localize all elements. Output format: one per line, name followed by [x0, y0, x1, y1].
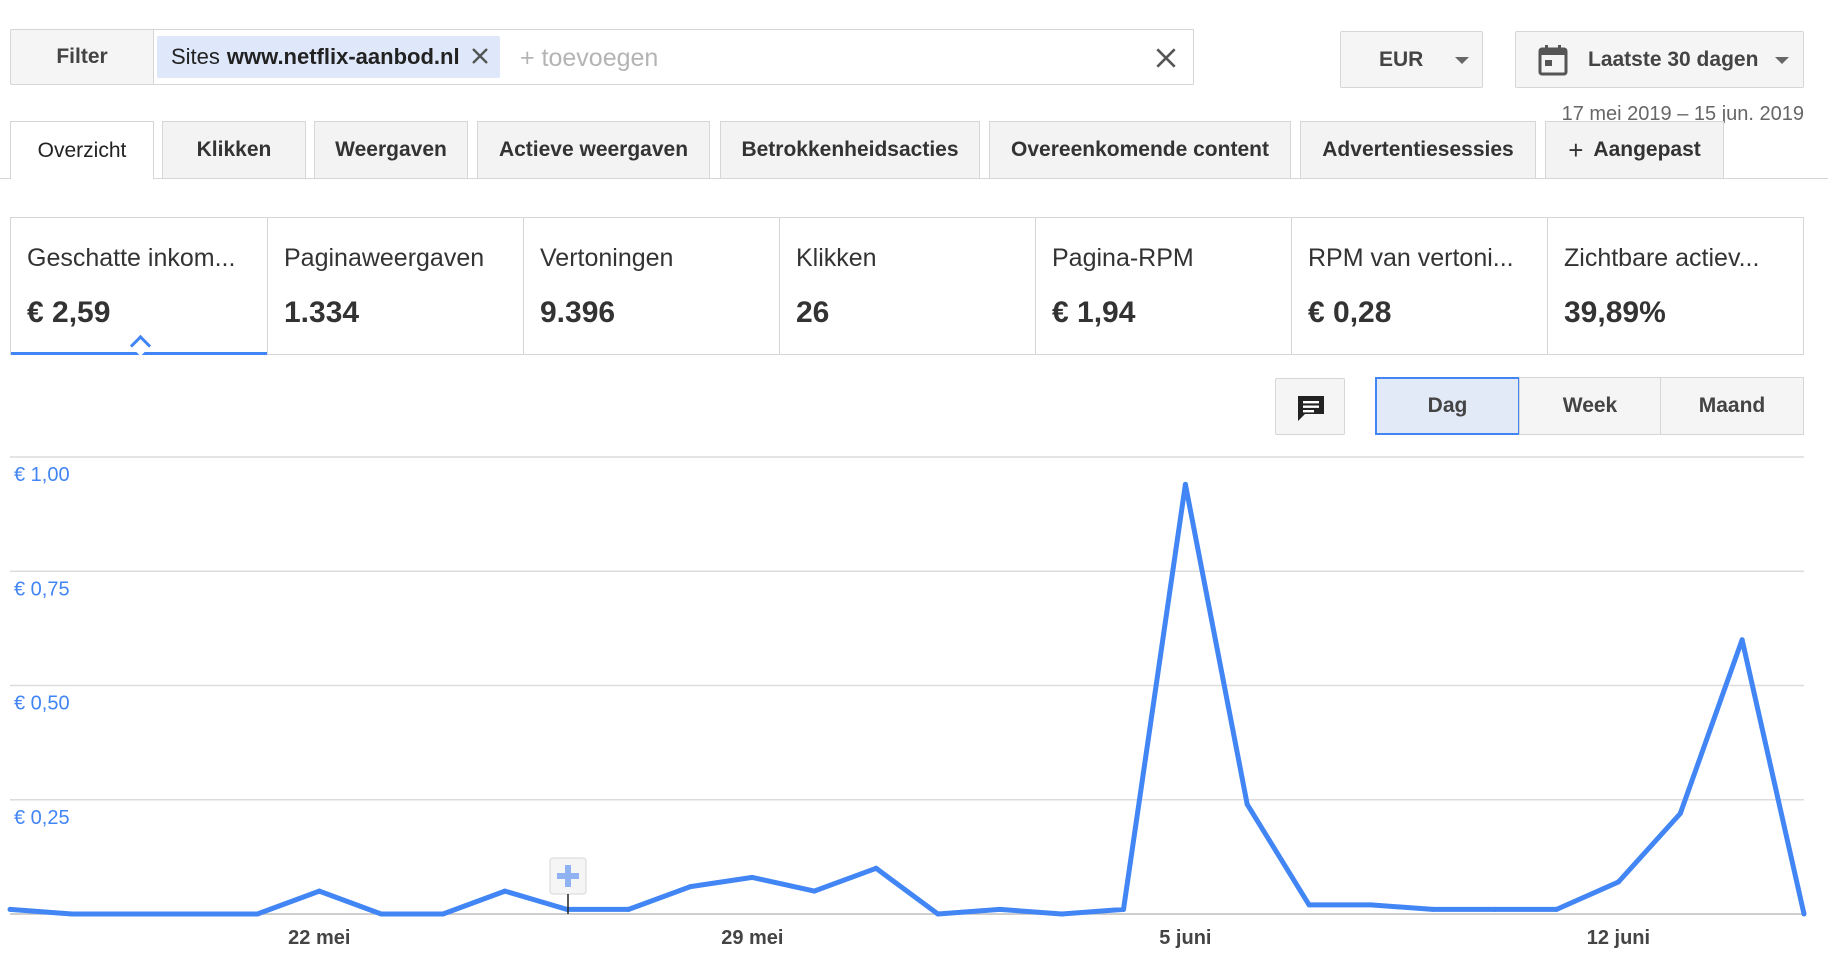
data-point[interactable]	[1492, 906, 1498, 912]
plus-icon: +	[1568, 134, 1584, 165]
comment-icon	[1298, 396, 1324, 421]
metric-name: Klikken	[796, 244, 877, 272]
tab-klikken[interactable]: Klikken	[162, 121, 306, 178]
add-filter-input[interactable]: + toevoegen	[520, 44, 658, 73]
chip-prefix: Sites	[171, 44, 220, 69]
chip-site: www.netflix-aanbod.nl	[226, 44, 460, 69]
metric-card-estimated-earnings[interactable]: Geschatte inkom... € 2,59	[11, 218, 268, 357]
data-point[interactable]	[69, 911, 75, 917]
data-point[interactable]	[749, 874, 755, 880]
metric-value: 26	[796, 296, 830, 329]
x-tick-label: 22 mei	[288, 927, 350, 949]
date-range-label: Laatste 30 dagen	[1588, 48, 1759, 71]
data-point[interactable]	[1801, 911, 1807, 917]
close-icon[interactable]	[468, 44, 492, 68]
data-point[interactable]	[1059, 911, 1065, 917]
metric-value: € 0,28	[1308, 296, 1392, 329]
tab-betrokkenheidsacties[interactable]: Betrokkenheidsacties	[720, 121, 980, 178]
data-point[interactable]	[1430, 906, 1436, 912]
granularity-month[interactable]: Maand	[1660, 377, 1804, 435]
earnings-line-chart: € 0,25 € 0,50 € 0,75 € 1,00 22 mei 29 mei 5 j…	[7, 456, 1807, 949]
metric-name: Zichtbare actiev...	[1564, 244, 1760, 272]
data-point[interactable]	[626, 906, 632, 912]
data-point[interactable]	[1306, 902, 1312, 908]
metric-value: 1.334	[284, 296, 360, 329]
data-point[interactable]	[502, 888, 508, 894]
data-point[interactable]	[316, 888, 322, 894]
x-tick-label: 5 juni	[1159, 927, 1211, 949]
clear-filter-icon[interactable]	[1153, 45, 1179, 71]
data-point[interactable]	[1677, 810, 1683, 816]
data-point[interactable]	[811, 888, 817, 894]
granularity-week[interactable]: Week	[1519, 377, 1661, 435]
filter-input-box[interactable]: Sites www.netflix-aanbod.nl + toevoegen	[153, 29, 1194, 85]
date-range-dropdown[interactable]: Laatste 30 dagen	[1515, 31, 1804, 88]
data-point[interactable]	[997, 906, 1003, 912]
tabs-divider	[0, 178, 1828, 179]
metric-value: € 1,94	[1052, 296, 1136, 329]
data-point[interactable]	[131, 911, 137, 917]
y-tick-label: € 1,00	[14, 464, 70, 486]
data-point[interactable]	[440, 911, 446, 917]
metric-card-page-rpm[interactable]: Pagina-RPM € 1,94	[1036, 218, 1292, 354]
data-point[interactable]	[935, 911, 941, 917]
metric-card-impression-rpm[interactable]: RPM van vertoni... € 0,28	[1292, 218, 1548, 354]
chevron-down-icon	[1455, 57, 1469, 64]
data-point[interactable]	[687, 884, 693, 890]
metric-name: Pagina-RPM	[1052, 244, 1194, 272]
currency-dropdown[interactable]: EUR	[1340, 31, 1483, 88]
y-tick-label: € 0,75	[14, 578, 70, 600]
data-point[interactable]	[1182, 481, 1188, 487]
tab-aangepast[interactable]: + Aangepast	[1545, 121, 1724, 178]
metric-card-clicks[interactable]: Klikken 26	[780, 218, 1036, 354]
metric-card-active-view-viewable[interactable]: Zichtbare actiev... 39,89%	[1548, 218, 1803, 354]
calendar-icon	[1538, 45, 1568, 76]
filter-button[interactable]: Filter	[10, 29, 154, 85]
granularity-day[interactable]: Dag	[1375, 377, 1520, 435]
data-point[interactable]	[254, 911, 260, 917]
chevron-down-icon	[1775, 57, 1789, 64]
metric-value: 9.396	[540, 296, 616, 329]
data-point[interactable]	[1244, 801, 1250, 807]
metric-value: € 2,59	[27, 296, 111, 329]
annotations-button[interactable]	[1275, 378, 1345, 435]
metric-name: Vertoningen	[540, 244, 674, 272]
x-tick-label: 12 juni	[1587, 927, 1650, 949]
filter-chip-sites: Sites www.netflix-aanbod.nl	[157, 36, 500, 78]
data-point[interactable]	[7, 906, 13, 912]
metric-value: 39,89%	[1564, 296, 1666, 329]
tab-aangepast-label: Aangepast	[1593, 138, 1701, 161]
data-point[interactable]	[873, 865, 879, 871]
metric-card-impressions[interactable]: Vertoningen 9.396	[524, 218, 780, 354]
data-point[interactable]	[1615, 879, 1621, 885]
data-point[interactable]	[1121, 906, 1127, 912]
tab-overzicht[interactable]: Overzicht	[10, 121, 154, 179]
data-point[interactable]	[193, 911, 199, 917]
tab-weergaven[interactable]: Weergaven	[314, 121, 468, 178]
data-point[interactable]	[378, 911, 384, 917]
currency-label: EUR	[1379, 48, 1424, 71]
data-point[interactable]	[1368, 902, 1374, 908]
series-line	[9, 481, 1807, 917]
metric-name: Paginaweergaven	[284, 244, 485, 272]
data-point[interactable]	[1554, 906, 1560, 912]
tab-overeenkomende-content[interactable]: Overeenkomende content	[989, 121, 1291, 178]
y-tick-label: € 0,50	[14, 693, 70, 715]
data-point[interactable]	[1739, 637, 1745, 643]
metrics-bar: Geschatte inkom... € 2,59 Paginaweergave…	[10, 217, 1804, 357]
metric-name: RPM van vertoni...	[1308, 244, 1514, 272]
metric-card-page-views[interactable]: Paginaweergaven 1.334	[268, 218, 524, 354]
tab-advertentiesessies[interactable]: Advertentiesessies	[1300, 121, 1536, 178]
metric-name: Geschatte inkom...	[27, 244, 236, 272]
y-tick-label: € 0,25	[14, 807, 70, 829]
tab-actieve-weergaven[interactable]: Actieve weergaven	[477, 121, 710, 178]
x-tick-label: 29 mei	[721, 927, 783, 949]
